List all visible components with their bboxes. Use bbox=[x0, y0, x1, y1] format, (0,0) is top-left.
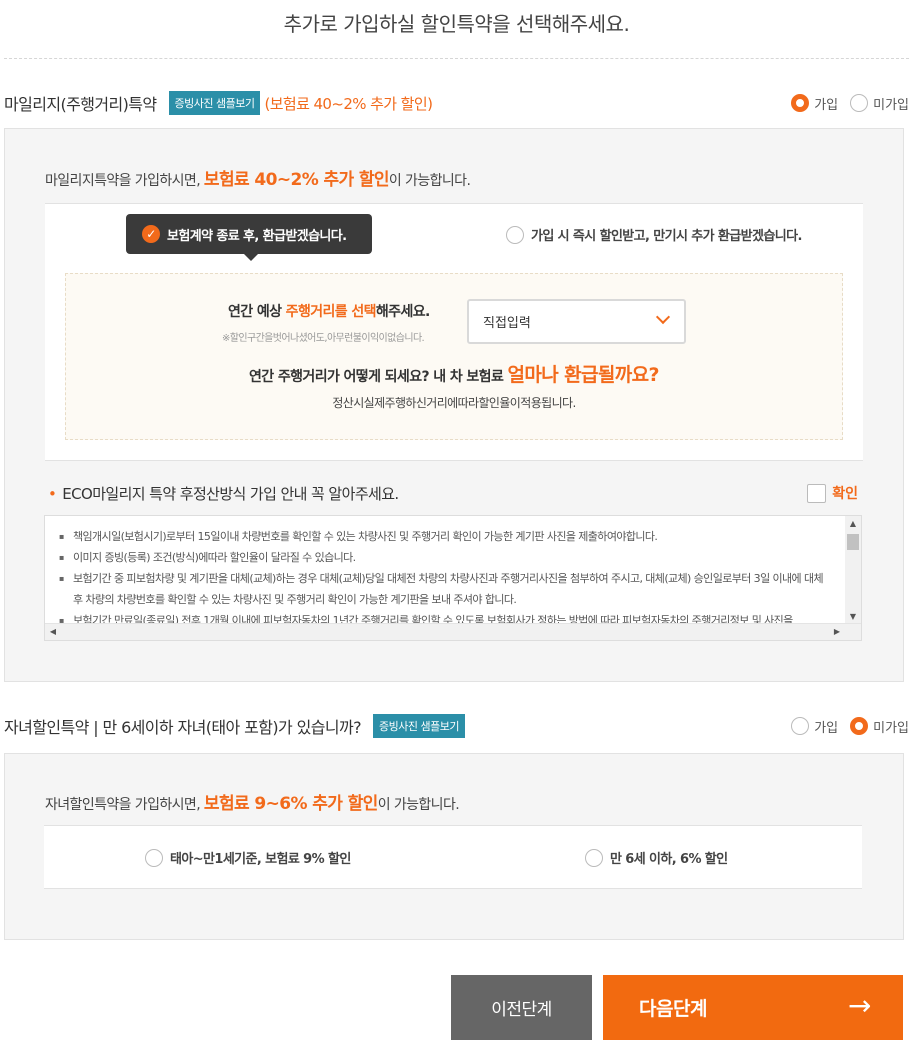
mileage-not-join-label: 미가입 bbox=[873, 97, 909, 113]
distance-select-note: ※할인구간을벗어나셨어도,아무런불이익이없습니다. bbox=[222, 333, 425, 344]
option-refund-after[interactable]: ✓ 보험계약 종료 후, 환급받겠습니다. bbox=[126, 214, 372, 261]
child-join-label: 가입 bbox=[814, 720, 839, 736]
mileage-intro-highlight: 보험료 40~2% 추가 할인 bbox=[203, 170, 390, 190]
child-option-under6-radio[interactable] bbox=[585, 848, 603, 867]
refund-question: 연간 주행거리가 어떻게 되세요? 내 차 보험료 얼마나 환급될까요? bbox=[66, 360, 842, 387]
mileage-intro-pre: 마일리지특약을 가입하시면, bbox=[45, 173, 204, 189]
list-item: 책임개시일(보험시기)로부터 15일이내 차량번호를 확인할 수 있는 차량사진… bbox=[59, 526, 829, 547]
mileage-title: 마일리지(주행거리)특약 bbox=[4, 95, 157, 114]
eco-confirm-label: 확인 bbox=[832, 486, 858, 502]
page-title: 추가로 가입하실 할인특약을 선택해주세요. bbox=[283, 12, 630, 36]
scroll-thumb[interactable] bbox=[847, 534, 859, 550]
eco-notice-header: • ECO마일리지 특약 후정산방식 가입 안내 꼭 알아주세요. 확인 bbox=[48, 481, 858, 505]
child-title: 자녀할인특약 | 만 6세이하 자녀(태아 포함)가 있습니까? bbox=[4, 718, 362, 737]
distance-select-value: 직접입력 bbox=[483, 316, 531, 331]
checkbox-icon[interactable] bbox=[807, 483, 827, 503]
refund-question-pre: 연간 주행거리가 어떻게 되세요? 내 차 보험료 bbox=[249, 369, 508, 385]
child-section-header: 자녀할인특약 | 만 6세이하 자녀(태아 포함)가 있습니까? 증빙사진 샘플… bbox=[4, 713, 909, 739]
mileage-not-join-option[interactable]: 미가입 bbox=[850, 94, 909, 113]
scroll-left-icon[interactable]: ◀ bbox=[45, 624, 61, 640]
mileage-intro-post: 이 가능합니다. bbox=[388, 173, 471, 189]
eco-notice-scroll-box[interactable]: 책임개시일(보험시기)로부터 15일이내 차량번호를 확인할 수 있는 차량사진… bbox=[44, 515, 862, 641]
next-step-label: 다음단계 bbox=[639, 998, 707, 1020]
scroll-up-icon[interactable]: ▲ bbox=[845, 516, 861, 532]
option-immediate-label: 가입 시 즉시 할인받고, 만기시 추가 환급받겠습니다. bbox=[531, 229, 802, 244]
distance-label-highlight: 주행거리를 선택 bbox=[285, 304, 377, 320]
mileage-sample-button[interactable]: 증빙사진 샘플보기 bbox=[168, 91, 261, 115]
distance-select[interactable]: 직접입력 bbox=[467, 299, 686, 344]
mileage-section-header: 마일리지(주행거리)특약 증빙사진 샘플보기 (보험료 40~2% 추가 할인)… bbox=[4, 90, 909, 116]
eco-notice-title: • ECO마일리지 특약 후정산방식 가입 안내 꼭 알아주세요. bbox=[48, 483, 399, 504]
child-intro-post: 이 가능합니다. bbox=[377, 797, 460, 813]
eco-confirm-checkbox[interactable]: 확인 bbox=[807, 483, 858, 503]
distance-label-post: 해주세요. bbox=[375, 304, 430, 320]
mileage-join-group: 가입 미가입 bbox=[791, 94, 909, 113]
option-refund-after-label: 보험계약 종료 후, 환급받겠습니다. bbox=[167, 228, 347, 244]
child-join-option[interactable]: 가입 bbox=[791, 717, 838, 736]
option-immediate-discount[interactable]: 가입 시 즉시 할인받고, 만기시 추가 환급받겠습니다. bbox=[506, 225, 802, 244]
horizontal-scrollbar[interactable]: ◀ ▶ bbox=[45, 623, 861, 640]
check-icon: ✓ bbox=[142, 225, 160, 243]
child-option-under6[interactable]: 만 6세 이하, 6% 할인 bbox=[585, 848, 728, 867]
child-sample-button[interactable]: 증빙사진 샘플보기 bbox=[372, 714, 465, 738]
distance-label-pre: 연간 예상 bbox=[228, 304, 286, 320]
distance-select-box: 연간 예상 주행거리를 선택해주세요. ※할인구간을벗어나셨어도,아무런불이익이… bbox=[65, 273, 843, 440]
child-option-under6-label: 만 6세 이하, 6% 할인 bbox=[610, 852, 728, 867]
arrow-right-icon: → bbox=[848, 989, 871, 1022]
refund-question-highlight: 얼마나 환급될까요? bbox=[507, 364, 660, 386]
child-not-join-option[interactable]: 미가입 bbox=[850, 717, 909, 736]
child-option-infant[interactable]: 태아~만1세기준, 보험료 9% 할인 bbox=[145, 848, 351, 867]
list-item: 이미지 증빙(등록) 조건(방식)에따라 할인율이 달라질 수 있습니다. bbox=[59, 547, 829, 568]
prev-step-button[interactable]: 이전단계 bbox=[451, 975, 592, 1040]
child-not-join-label: 미가입 bbox=[873, 720, 909, 736]
option-immediate-radio[interactable] bbox=[506, 225, 524, 244]
child-intro-pre: 자녀할인특약을 가입하시면, bbox=[45, 797, 204, 813]
child-option-infant-radio[interactable] bbox=[145, 848, 163, 867]
mileage-not-join-radio[interactable] bbox=[850, 94, 869, 112]
title-divider bbox=[4, 58, 909, 59]
mileage-option-panel: ✓ 보험계약 종료 후, 환급받겠습니다. 가입 시 즉시 할인받고, 만기시 … bbox=[45, 203, 863, 461]
bullet-dot: • bbox=[48, 484, 57, 503]
child-not-join-radio[interactable] bbox=[850, 717, 869, 735]
mileage-join-label: 가입 bbox=[814, 97, 839, 113]
distance-select-label: 연간 예상 주행거리를 선택해주세요. bbox=[228, 301, 430, 321]
child-join-radio[interactable] bbox=[791, 717, 810, 735]
child-option-panel: 태아~만1세기준, 보험료 9% 할인 만 6세 이하, 6% 할인 bbox=[44, 825, 862, 889]
chevron-down-icon bbox=[655, 309, 671, 325]
child-intro-highlight: 보험료 9~6% 추가 할인 bbox=[203, 794, 378, 814]
child-intro: 자녀할인특약을 가입하시면, 보험료 9~6% 추가 할인이 가능합니다. bbox=[45, 789, 460, 814]
next-step-button[interactable]: 다음단계 → bbox=[603, 975, 903, 1040]
child-join-group: 가입 미가입 bbox=[791, 717, 909, 736]
vertical-scrollbar[interactable]: ▲ ▼ bbox=[845, 516, 861, 625]
eco-notice-list: 책임개시일(보험시기)로부터 15일이내 차량번호를 확인할 수 있는 차량사진… bbox=[59, 526, 829, 631]
scroll-right-icon[interactable]: ▶ bbox=[829, 624, 845, 640]
mileage-discount-text: (보험료 40~2% 추가 할인) bbox=[264, 94, 433, 113]
refund-question-sub: 정산시실제주행하신거리에따라할인율이적용됩니다. bbox=[332, 396, 576, 410]
child-option-infant-label: 태아~만1세기준, 보험료 9% 할인 bbox=[170, 852, 351, 867]
mileage-intro: 마일리지특약을 가입하시면, 보험료 40~2% 추가 할인이 가능합니다. bbox=[45, 165, 471, 190]
mileage-join-option[interactable]: 가입 bbox=[791, 94, 838, 113]
mileage-join-radio[interactable] bbox=[791, 94, 810, 112]
list-item: 보험기간 중 피보험차량 및 계기판을 대체(교체)하는 경우 대체(교체)당일… bbox=[59, 568, 829, 610]
eco-title-text: ECO마일리지 특약 후정산방식 가입 안내 꼭 알아주세요. bbox=[62, 484, 399, 503]
